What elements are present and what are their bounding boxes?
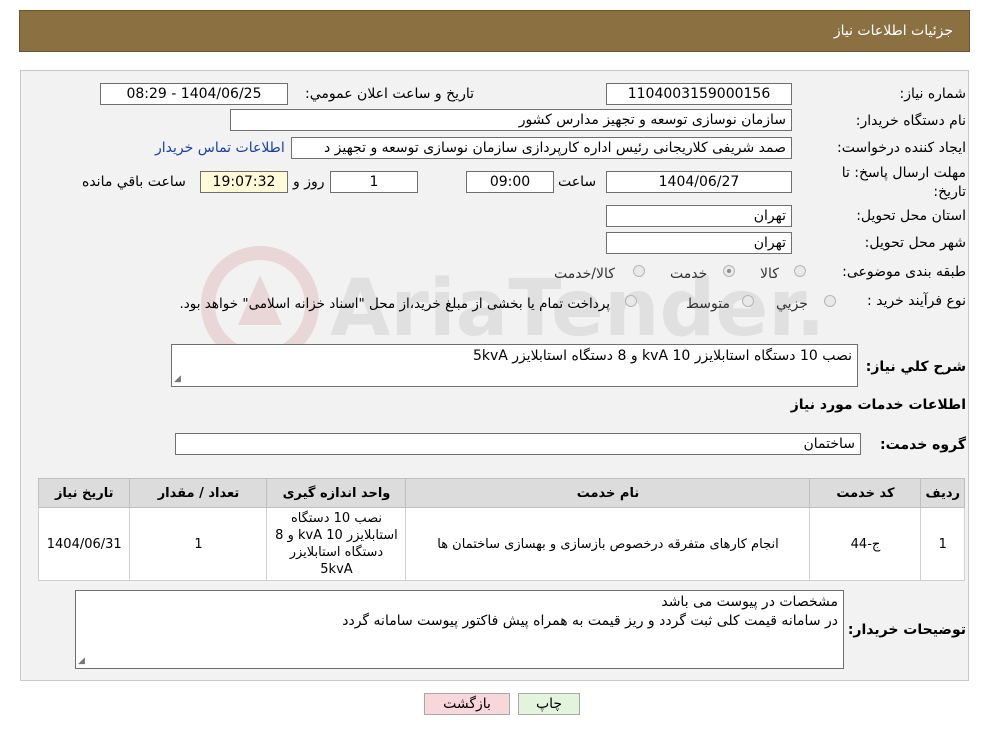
back-button[interactable]: بازگشت [424, 693, 510, 715]
cell-name: انجام کارهای متفرقه درخصوص بازسازی و بهس… [405, 507, 811, 581]
summary-text: نصب 10 دستگاه استابلايزر 10 kvA و 8 دستگ… [472, 348, 852, 364]
resize-grip-icon[interactable]: ◢ [174, 374, 181, 384]
buyer-notes-label: توضيحات خريدار: [847, 622, 966, 638]
cell-index: 1 [920, 507, 965, 581]
need-number-field: 1104003159000156 [606, 83, 792, 105]
purchase-option-partial: جزيي [776, 296, 808, 312]
category-option-goods: کالا [760, 266, 779, 282]
category-option-service: خدمت [670, 266, 708, 282]
col-header-index: رديف [920, 478, 965, 508]
province-label: استان محل تحويل: [856, 208, 966, 224]
purchase-radio-partial[interactable] [824, 295, 836, 307]
col-header-code: کد خدمت [809, 478, 922, 508]
requester-field: صمد شريفی کلاريجانی رئيس اداره کارپردازی… [291, 137, 792, 159]
col-header-name: نام خدمت [405, 478, 811, 508]
category-radio-service[interactable] [723, 265, 735, 277]
buyer-notes-line1: مشخصات در پيوست می باشد [661, 594, 838, 610]
requester-label: ايجاد کننده درخواست: [837, 140, 966, 156]
services-section-title: اطلاعات خدمات مورد نياز [790, 397, 966, 413]
city-label: شهر محل تحويل: [864, 235, 966, 251]
cell-code: ج-44 [809, 507, 922, 581]
service-group-field: ساختمان [175, 433, 861, 455]
cell-date: 1404/06/31 [37, 507, 131, 581]
purchase-radio-medium[interactable] [742, 295, 754, 307]
print-button[interactable]: چاپ [518, 693, 580, 715]
purchase-type-label: نوع فرآيند خريد : [867, 293, 966, 309]
notes-resize-grip-icon[interactable]: ◢ [78, 656, 85, 666]
deadline-time-field: 09:00 [466, 171, 554, 193]
category-radio-goods[interactable] [794, 265, 806, 277]
summary-label: شرح کلي نياز: [865, 359, 966, 375]
buyer-notes-textarea: مشخصات در پيوست می باشد در سامانه قيمت ک… [75, 590, 844, 669]
deadline-label-line1: مهلت ارسال پاسخ: تا [841, 165, 966, 181]
deadline-date-field: 1404/06/27 [606, 171, 792, 193]
cell-unit: نصب 10 دستگاه استابلايزر 10 kvA و 8 دستگ… [266, 507, 407, 581]
buyer-contact-link[interactable]: اطلاعات تماس خريدار [155, 140, 285, 156]
treasury-note: پرداخت تمام يا بخشی از مبلغ خريد،از محل … [179, 296, 610, 312]
table-row: 1 ج-44 انجام کارهای متفرقه درخصوص بازساز… [37, 507, 965, 581]
buyer-org-field: سازمان نوسازی توسعه و تجهيز مدارس کشور [230, 109, 792, 131]
deadline-label-line2: تاريخ: [933, 184, 966, 200]
treasury-checkbox[interactable] [625, 295, 637, 307]
table-header-row: رديف کد خدمت نام خدمت واحد اندازه گيری ت… [37, 478, 965, 508]
category-option-goods-service: کالا/خدمت [554, 266, 615, 282]
remaining-label: ساعت باقي مانده [82, 174, 186, 190]
buyer-org-label: نام دستگاه خريدار: [855, 113, 966, 129]
summary-textarea: نصب 10 دستگاه استابلايزر 10 kvA و 8 دستگ… [171, 344, 858, 387]
city-field: تهران [606, 232, 792, 254]
category-radio-goods-service[interactable] [633, 265, 645, 277]
announce-label: تاریخ و ساعت اعلان عمومي: [305, 86, 474, 102]
purchase-option-medium: متوسط [686, 296, 730, 312]
days-remaining-field: 1 [330, 171, 418, 193]
buyer-notes-line2: در سامانه قيمت کلی ثبت گردد و ريز قيمت ب… [342, 613, 838, 629]
col-header-date: تاريخ نياز [37, 478, 131, 508]
page-title: جزئیات اطلاعات نیاز [833, 23, 953, 39]
days-label: روز و [293, 174, 325, 190]
announce-datetime-field: 1404/06/25 - 08:29 [100, 83, 288, 105]
col-header-qty: تعداد / مقدار [129, 478, 268, 508]
deadline-time-label: ساعت [558, 174, 597, 190]
province-field: تهران [606, 205, 792, 227]
category-label: طبقه بندی موضوعی: [842, 264, 966, 280]
remaining-time-field: 19:07:32 [200, 171, 288, 193]
page-header: جزئیات اطلاعات نیاز [19, 10, 970, 52]
need-number-label: شماره نیاز: [899, 86, 967, 102]
service-group-label: گروه خدمت: [880, 437, 966, 453]
cell-qty: 1 [129, 507, 268, 581]
col-header-unit: واحد اندازه گيری [266, 478, 407, 508]
services-table: رديف کد خدمت نام خدمت واحد اندازه گيری ت… [37, 478, 965, 581]
